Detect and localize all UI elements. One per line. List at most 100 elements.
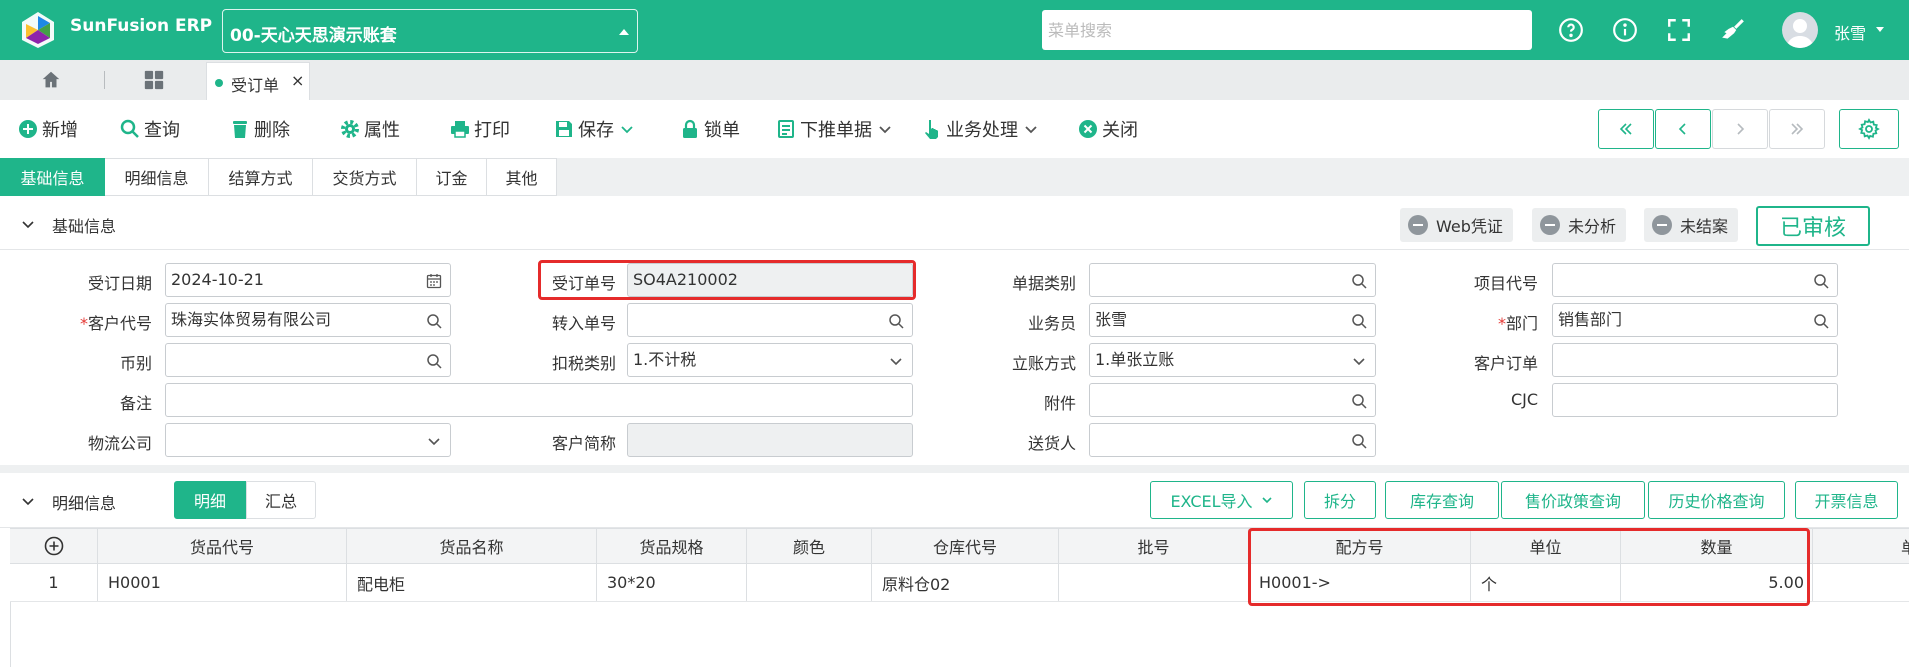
- column-header-unit[interactable]: 单位: [1471, 529, 1621, 563]
- column-header-color[interactable]: 颜色: [747, 529, 872, 563]
- search-icon[interactable]: [1813, 313, 1829, 329]
- cell-item-code[interactable]: H0001: [98, 564, 347, 601]
- price-history-query-button[interactable]: 历史价格查询: [1648, 481, 1785, 519]
- first-record-button[interactable]: [1598, 109, 1654, 149]
- order-date-field[interactable]: 2024-10-21: [165, 263, 451, 297]
- tab-delivery[interactable]: 交货方式: [313, 158, 417, 196]
- tab-summary-view[interactable]: 汇总: [246, 481, 316, 519]
- attributes-label: 属性: [364, 120, 400, 141]
- salesperson-field[interactable]: 张雪: [1089, 303, 1376, 337]
- next-record-button[interactable]: [1712, 109, 1768, 149]
- column-header-quantity[interactable]: 数量: [1621, 529, 1813, 563]
- table-row[interactable]: 1 H0001 配电柜 30*20 原料仓02 H0001-> 个 5.00: [10, 564, 1909, 602]
- add-row-cell[interactable]: [10, 529, 98, 563]
- customer-code-field[interactable]: 珠海实体贸易有限公司: [165, 303, 451, 337]
- chevron-down-icon[interactable]: [20, 493, 36, 509]
- menu-search-input[interactable]: [1042, 10, 1532, 50]
- search-icon[interactable]: [426, 313, 442, 329]
- cell-truncated[interactable]: [1813, 564, 1909, 601]
- logistics-select[interactable]: [165, 423, 451, 457]
- attachment-field[interactable]: [1089, 383, 1376, 417]
- clean-broom-icon[interactable]: [1720, 17, 1746, 43]
- price-policy-query-button[interactable]: 售价政策查询: [1501, 481, 1645, 519]
- search-icon[interactable]: [888, 313, 904, 329]
- tab-deposit[interactable]: 订金: [417, 158, 487, 196]
- lock-order-button[interactable]: 锁单: [680, 116, 740, 142]
- tab-settlement[interactable]: 结算方式: [209, 158, 313, 196]
- deliverer-field[interactable]: [1089, 423, 1376, 457]
- cell-formula[interactable]: H0001->: [1249, 564, 1471, 601]
- cell-item-name[interactable]: 配电柜: [347, 564, 597, 601]
- close-circle-icon: [1079, 120, 1097, 138]
- tab-detail-view[interactable]: 明细: [174, 481, 246, 519]
- account-selector[interactable]: 00-天心天思演示账套: [222, 9, 638, 53]
- stock-query-button[interactable]: 库存查询: [1385, 481, 1499, 519]
- excel-import-button[interactable]: EXCEL导入: [1150, 481, 1293, 519]
- transfer-no-field[interactable]: [627, 303, 913, 337]
- settings-button[interactable]: [1839, 109, 1899, 149]
- cell-warehouse[interactable]: 原料仓02: [872, 564, 1059, 601]
- search-icon[interactable]: [1351, 313, 1367, 329]
- tab-sales-order[interactable]: 受订单 ×: [206, 62, 310, 100]
- cell-spec[interactable]: 30*20: [597, 564, 747, 601]
- department-label: *部门: [1418, 310, 1538, 334]
- column-header-formula[interactable]: 配方号: [1249, 529, 1471, 563]
- prev-record-button[interactable]: [1655, 109, 1711, 149]
- cell-batch[interactable]: [1059, 564, 1249, 601]
- query-button[interactable]: 查询: [120, 116, 180, 142]
- doc-type-field[interactable]: [1089, 263, 1376, 297]
- remark-field[interactable]: [165, 383, 913, 417]
- column-header-warehouse[interactable]: 仓库代号: [872, 529, 1059, 563]
- search-icon[interactable]: [1351, 433, 1367, 449]
- close-button[interactable]: 关闭: [1078, 116, 1138, 142]
- cell-quantity[interactable]: 5.00: [1621, 564, 1813, 601]
- project-code-field[interactable]: [1552, 263, 1838, 297]
- tab-other[interactable]: 其他: [487, 158, 557, 196]
- tab-label: 受订单: [231, 76, 280, 95]
- calendar-icon[interactable]: [426, 273, 442, 289]
- tax-type-select[interactable]: 1.不计税: [627, 343, 913, 377]
- tab-basic-info[interactable]: 基础信息: [0, 158, 105, 196]
- cell-color[interactable]: [747, 564, 872, 601]
- search-icon[interactable]: [1351, 273, 1367, 289]
- search-icon[interactable]: [426, 353, 442, 369]
- user-name[interactable]: 张雪: [1834, 20, 1866, 44]
- split-button[interactable]: 拆分: [1304, 481, 1376, 519]
- info-icon[interactable]: [1612, 17, 1638, 43]
- fullscreen-icon[interactable]: [1666, 17, 1692, 43]
- search-icon[interactable]: [1351, 393, 1367, 409]
- column-header-batch[interactable]: 批号: [1059, 529, 1249, 563]
- tax-type-value: 1.不计税: [633, 350, 697, 369]
- required-asterisk: *: [1497, 314, 1506, 333]
- help-icon[interactable]: [1558, 17, 1584, 43]
- last-record-button[interactable]: [1769, 109, 1825, 149]
- column-header-spec[interactable]: 货品规格: [597, 529, 747, 563]
- column-header-truncated[interactable]: 单: [1813, 529, 1909, 563]
- chevron-down-icon[interactable]: [20, 216, 36, 232]
- business-process-button[interactable]: 业务处理: [922, 116, 1038, 142]
- cell-unit[interactable]: 个: [1471, 564, 1621, 601]
- cjc-field[interactable]: [1552, 383, 1838, 417]
- column-header-item-name[interactable]: 货品名称: [347, 529, 597, 563]
- home-icon[interactable]: [40, 69, 62, 91]
- user-caret-down-icon[interactable]: [1876, 27, 1884, 32]
- plus-circle-icon[interactable]: [44, 536, 64, 556]
- search-icon[interactable]: [1813, 273, 1829, 289]
- department-field[interactable]: 销售部门: [1552, 303, 1838, 337]
- attributes-button[interactable]: 属性: [340, 116, 400, 142]
- new-button[interactable]: 新增: [18, 116, 78, 142]
- avatar[interactable]: [1782, 12, 1818, 48]
- push-down-button[interactable]: 下推单据: [776, 116, 892, 142]
- save-button[interactable]: 保存: [554, 116, 634, 142]
- account-method-select[interactable]: 1.单张立账: [1089, 343, 1376, 377]
- invoice-info-button[interactable]: 开票信息: [1795, 481, 1898, 519]
- grid-apps-icon[interactable]: [143, 69, 165, 91]
- delete-button[interactable]: 删除: [230, 116, 290, 142]
- tab-detail-info[interactable]: 明细信息: [105, 158, 209, 196]
- print-button[interactable]: 打印: [450, 116, 510, 142]
- close-tab-icon[interactable]: ×: [291, 71, 304, 90]
- chip-label: 未分析: [1568, 217, 1617, 236]
- currency-field[interactable]: [165, 343, 451, 377]
- column-header-item-code[interactable]: 货品代号: [98, 529, 347, 563]
- customer-order-field[interactable]: [1552, 343, 1838, 377]
